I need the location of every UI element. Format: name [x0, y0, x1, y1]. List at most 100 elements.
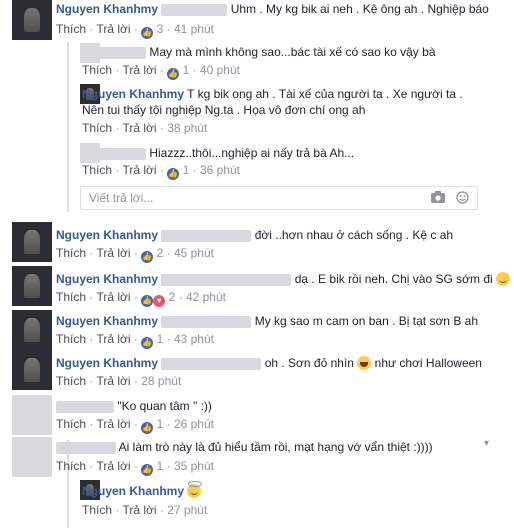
reply-link[interactable]: Trả lời	[96, 459, 130, 473]
like-link[interactable]: Thích	[82, 503, 112, 517]
avatar[interactable]	[12, 222, 52, 262]
avatar[interactable]	[12, 350, 52, 390]
reply-link[interactable]: Trả lời	[96, 22, 130, 36]
like-reaction-icon[interactable]: 👍	[167, 168, 180, 180]
timestamp[interactable]: 26 phút	[174, 417, 214, 431]
comment-text: Ai làm trò này là đủ hiểu tầm rồi, mạt h…	[118, 440, 433, 454]
comment-6: Nguyen Khanhmy dạ . E bik rồi neh. Chị v…	[56, 272, 510, 286]
like-link[interactable]: Thích	[82, 163, 112, 177]
timestamp[interactable]: 42 phút	[186, 290, 226, 304]
reply-link[interactable]: Trả lời	[122, 63, 156, 77]
like-reaction-icon[interactable]: 👍	[141, 27, 154, 39]
comment-text-part-1: oh . Sơn đỏ nhìn	[264, 356, 354, 370]
comment-actions: Thích · Trả lời · 👍 1 · 40 phút	[82, 63, 240, 80]
love-reaction-icon[interactable]: ♥	[153, 295, 166, 307]
reaction-count[interactable]: 3	[157, 22, 164, 36]
like-link[interactable]: Thích	[56, 374, 86, 388]
comment-text: May mà mình không sao...bác tài xế có sa…	[149, 45, 436, 59]
commenter-name[interactable]: Nguyen Khanhmy	[56, 356, 158, 370]
reaction-count[interactable]: 1	[157, 459, 164, 473]
emoji-icon[interactable]	[456, 191, 469, 207]
smile-emoji-icon	[496, 272, 510, 286]
timestamp[interactable]: 40 phút	[200, 63, 240, 77]
timestamp[interactable]: 38 phút	[167, 121, 207, 135]
reaction-count[interactable]: 2	[169, 290, 176, 304]
commenter-name[interactable]: Nguyen Khanhmy	[82, 87, 184, 101]
comment-text: đời ..hơn nhau ở cách sống . Kệ c ah	[254, 228, 454, 242]
avatar[interactable]	[12, 437, 52, 477]
reply-link[interactable]: Trả lời	[96, 246, 130, 260]
redacted-mention	[161, 229, 252, 242]
comment-actions: Thích · Trả lời · 👍 ♥ 2 · 42 phút	[56, 290, 226, 307]
comment-actions: Thích · Trả lời · 👍 1 · 43 phút	[56, 332, 214, 349]
redacted-name	[82, 147, 146, 160]
like-link[interactable]: Thích	[82, 63, 112, 77]
like-link[interactable]: Thích	[56, 22, 86, 36]
avatar[interactable]	[12, 266, 52, 306]
reply-link[interactable]: Trả lời	[122, 121, 156, 135]
like-reaction-icon[interactable]: 👍	[141, 464, 154, 476]
timestamp[interactable]: 35 phút	[174, 459, 214, 473]
timestamp[interactable]: 36 phút	[200, 163, 240, 177]
like-reaction-icon[interactable]: 👍	[167, 68, 180, 80]
comment-text-part-2: như chơi Halloween	[374, 356, 482, 370]
reply-link[interactable]: Trả lời	[96, 417, 130, 431]
redacted-mention	[161, 3, 228, 16]
commenter-name[interactable]: Nguyen Khanhmy	[56, 2, 158, 16]
reaction-count[interactable]: 2	[157, 246, 164, 260]
reply-link[interactable]: Trả lời	[96, 374, 130, 388]
like-reaction-icon[interactable]: 👍	[141, 251, 154, 263]
comment-text: Uhm . My kg bik ai neh . Kệ ông ah . Ngh…	[230, 2, 489, 16]
reply-input-box[interactable]: Viết trả lời...	[80, 186, 478, 210]
commenter-name[interactable]: Nguyen Khanhmy	[82, 484, 184, 498]
avatar[interactable]	[12, 395, 52, 435]
comment-9: "Ko quan tâm " :))	[56, 399, 212, 413]
redacted-mention	[161, 357, 262, 370]
like-link[interactable]: Thích	[56, 332, 86, 346]
halo-emoji-icon	[187, 481, 203, 498]
timestamp[interactable]: 43 phút	[174, 332, 214, 346]
comment-text-line-2: Nên tui thấy tội nghiệp Ng.ta . Họa vô đ…	[82, 103, 366, 117]
timestamp[interactable]: 28 phút	[141, 374, 181, 388]
commenter-name[interactable]: Nguyen Khanhmy	[56, 314, 158, 328]
comment-10: Ai làm trò này là đủ hiểu tầm rồi, mạt h…	[56, 440, 433, 454]
camera-icon[interactable]	[431, 191, 445, 206]
like-link[interactable]: Thích	[56, 246, 86, 260]
commenter-name[interactable]: Nguyen Khanhmy	[56, 272, 158, 286]
reply-1: May mà mình không sao...bác tài xế có sa…	[82, 45, 436, 59]
comment-actions: Thích · Trả lời · 👍 1 · 36 phút	[82, 163, 240, 180]
reaction-count[interactable]: 1	[157, 332, 164, 346]
avatar[interactable]	[12, 310, 52, 350]
like-reaction-icon[interactable]: 👍	[141, 337, 154, 349]
comment-text: dạ . E bik rồi neh. Chị vào SG sớm đi	[294, 272, 493, 286]
comment-8: Nguyen Khanhmy oh . Sơn đỏ nhìn như chơi…	[56, 356, 482, 370]
like-link[interactable]: Thích	[56, 290, 86, 304]
like-link[interactable]: Thích	[82, 121, 112, 135]
reply-input-placeholder[interactable]: Viết trả lời...	[89, 191, 153, 205]
chevron-down-icon[interactable]: ▾	[484, 438, 489, 449]
timestamp[interactable]: 45 phút	[174, 246, 214, 260]
reply-link[interactable]: Trả lời	[122, 163, 156, 177]
redacted-name	[56, 441, 116, 454]
reaction-count[interactable]: 1	[157, 417, 164, 431]
comment-text: My kg sao m cam on ban . Bị tạt sơn B ah	[254, 314, 479, 328]
redacted-mention	[161, 273, 292, 286]
comment-7: Nguyen Khanhmy My kg sao m cam on ban . …	[56, 314, 478, 328]
reply-link[interactable]: Trả lời	[96, 332, 130, 346]
comment-actions: Thích · Trả lời · 28 phút	[56, 374, 182, 388]
reaction-count[interactable]: 1	[183, 63, 190, 77]
comment-actions: Thích · Trả lời · 👍 2 · 45 phút	[56, 246, 214, 263]
comment-actions: Thích · Trả lời · 👍 3 · 41 phút	[56, 22, 214, 39]
like-link[interactable]: Thích	[56, 459, 86, 473]
reaction-count[interactable]: 1	[183, 163, 190, 177]
reply-link[interactable]: Trả lời	[96, 290, 130, 304]
like-reaction-icon[interactable]: 👍	[141, 422, 154, 434]
commenter-name[interactable]: Nguyen Khanhmy	[56, 228, 158, 242]
reply-link[interactable]: Trả lời	[122, 503, 156, 517]
timestamp[interactable]: 41 phút	[174, 22, 214, 36]
avatar[interactable]	[12, 0, 52, 40]
timestamp[interactable]: 27 phút	[167, 503, 207, 517]
like-link[interactable]: Thích	[56, 417, 86, 431]
like-reaction-icon[interactable]: 👍	[141, 295, 154, 307]
redacted-mention	[161, 315, 252, 328]
